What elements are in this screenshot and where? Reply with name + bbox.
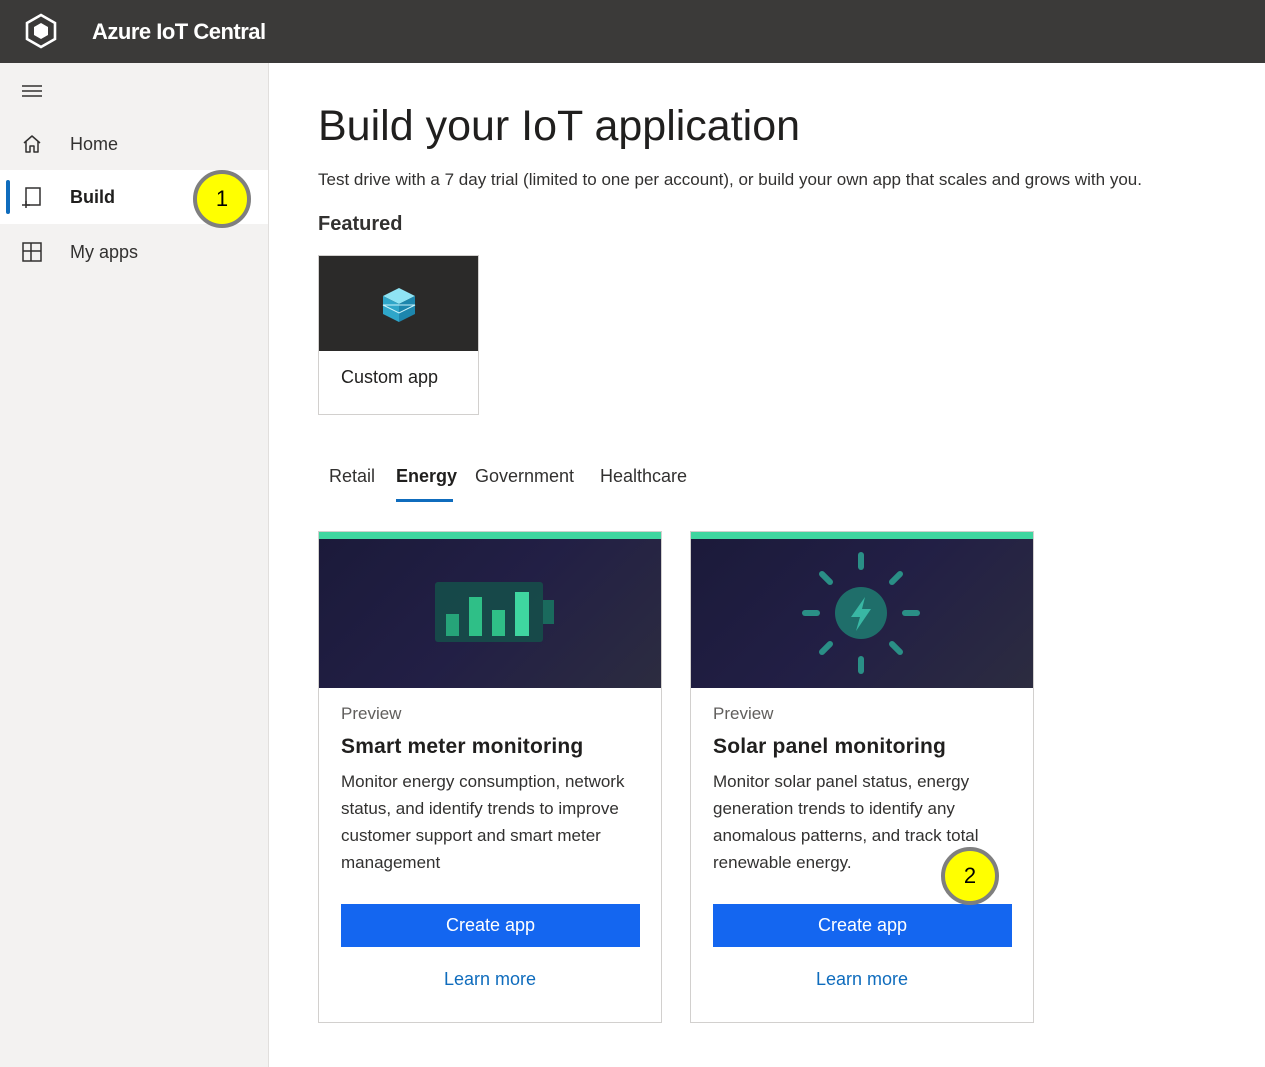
card-hero-image <box>319 539 661 688</box>
cube-stack-icon <box>382 288 416 322</box>
template-description: Monitor energy consumption, network stat… <box>341 772 625 872</box>
template-title: Solar panel monitoring <box>713 735 947 758</box>
my-apps-icon <box>22 242 42 262</box>
sun-bolt-icon <box>802 552 920 674</box>
hamburger-icon[interactable] <box>18 79 46 103</box>
active-tab-underline <box>396 499 453 502</box>
app-title[interactable]: Azure IoT Central <box>92 19 266 45</box>
sidebar-item-label: Home <box>70 134 119 154</box>
callout-marker: 2 <box>941 847 999 905</box>
template-title: Smart meter monitoring <box>341 735 584 758</box>
page-title: Build your IoT application <box>318 102 801 150</box>
featured-heading: Featured <box>318 213 403 235</box>
custom-app-label: Custom app <box>341 367 439 387</box>
card-accent-bar <box>691 532 1033 539</box>
custom-app-card[interactable]: Custom app <box>318 255 479 415</box>
iot-central-hexagon-icon[interactable] <box>22 12 60 50</box>
template-card-smart-meter: Preview Smart meter monitoring Monitor e… <box>318 531 662 1023</box>
page-subtitle: Test drive with a 7 day trial (limited t… <box>318 170 1142 189</box>
card-accent-bar <box>319 532 661 539</box>
battery-chart-icon <box>435 582 554 642</box>
active-indicator <box>6 180 10 214</box>
template-card-solar-panel: Preview Solar panel monitoring Monitor s… <box>690 531 1034 1023</box>
top-bar: Azure IoT Central <box>0 0 1265 63</box>
learn-more-link[interactable]: Learn more <box>319 969 661 990</box>
sidebar-item-my-apps[interactable]: My apps <box>0 225 268 279</box>
create-app-button[interactable]: Create app <box>341 904 640 947</box>
card-hero-image <box>691 539 1033 688</box>
tab-retail[interactable]: Retail <box>329 466 375 487</box>
preview-badge: Preview <box>341 704 402 723</box>
custom-app-thumbnail <box>319 256 478 351</box>
preview-badge: Preview <box>713 704 774 723</box>
callout-marker: 1 <box>193 170 251 228</box>
learn-more-link[interactable]: Learn more <box>691 969 1033 990</box>
tab-energy[interactable]: Energy <box>396 466 457 487</box>
tab-healthcare[interactable]: Healthcare <box>600 466 687 487</box>
home-icon <box>23 135 41 153</box>
sidebar-item-label: My apps <box>70 242 139 262</box>
tab-government[interactable]: Government <box>475 466 574 487</box>
sidebar-item-label: Build <box>70 187 115 207</box>
create-app-button[interactable]: Create app <box>713 904 1012 947</box>
build-icon <box>22 187 41 208</box>
sidebar-item-home[interactable]: Home <box>0 117 268 171</box>
